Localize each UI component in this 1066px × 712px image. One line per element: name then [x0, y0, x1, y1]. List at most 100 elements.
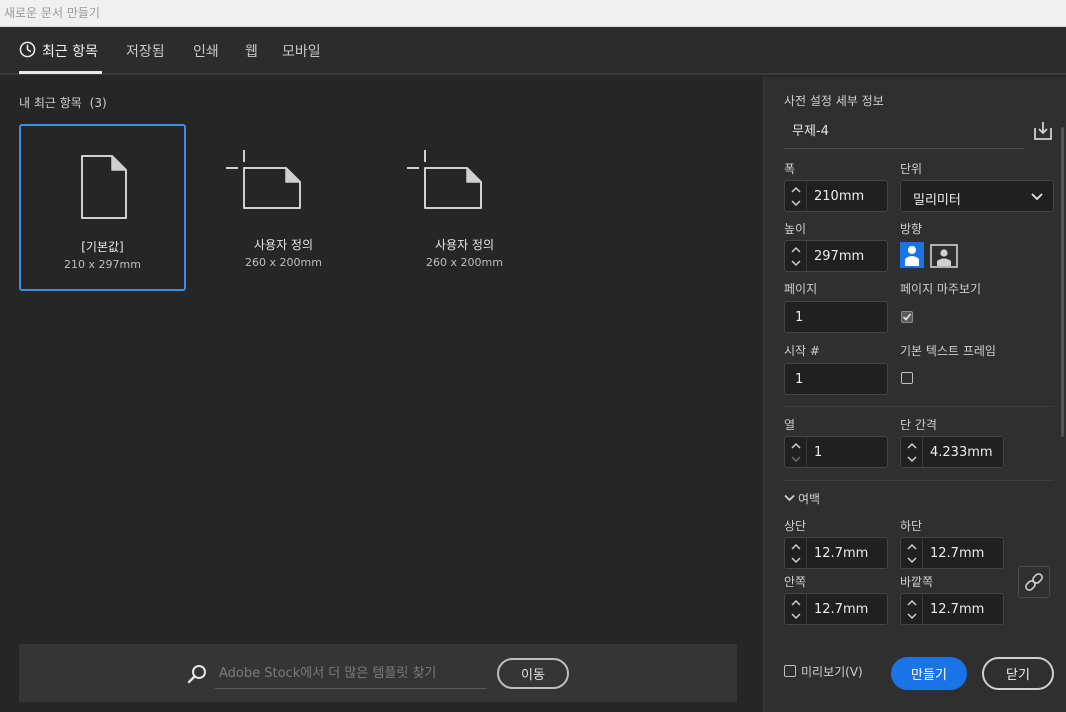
chevron-down-icon[interactable] — [790, 257, 802, 269]
chevron-down-icon[interactable] — [906, 554, 918, 566]
bottom-margin-value: 12.7mm — [930, 546, 985, 561]
pages-value: 1 — [795, 310, 804, 325]
facing-pages-label: 페이지 마주보기 — [900, 282, 982, 296]
template-name: 사용자 정의 — [253, 238, 313, 252]
chevron-up-icon[interactable] — [906, 440, 918, 452]
search-icon — [187, 665, 206, 684]
template-name: [기본값] — [81, 240, 124, 254]
start-value: 1 — [795, 372, 804, 387]
top-margin-stepper[interactable]: 12.7mm — [784, 537, 888, 569]
tab-web[interactable]: 웹 — [245, 41, 258, 61]
template-card-custom-2[interactable]: 사용자 정의 260 x 200mm — [381, 124, 548, 291]
gutter-label: 단 간격 — [900, 418, 937, 432]
start-label: 시작 # — [784, 344, 820, 358]
columns-stepper[interactable]: 1 — [784, 436, 888, 468]
chevron-down-icon — [1031, 193, 1043, 201]
template-size: 260 x 200mm — [245, 256, 322, 269]
gutter-stepper[interactable]: 4.233mm — [900, 436, 1004, 468]
units-dropdown[interactable]: 밀리미터 — [900, 180, 1054, 212]
columns-value: 1 — [814, 445, 823, 460]
chevron-up-icon[interactable] — [790, 244, 802, 256]
template-name: 사용자 정의 — [434, 238, 494, 252]
outside-margin-value: 12.7mm — [930, 602, 985, 617]
height-label: 높이 — [784, 222, 807, 236]
chevron-down-icon[interactable] — [906, 453, 918, 465]
chevron-up-icon[interactable] — [906, 541, 918, 553]
divider — [784, 480, 1054, 481]
height-stepper[interactable]: 297mm — [784, 240, 888, 272]
active-tab-indicator — [19, 71, 102, 74]
title-bar: 새로운 문서 만들기 — [0, 0, 1066, 27]
primary-text-frame-label: 기본 텍스트 프레임 — [900, 344, 996, 358]
template-size: 210 x 297mm — [64, 258, 141, 271]
chevron-up-icon[interactable] — [790, 597, 802, 609]
bottom-margin-label: 하단 — [900, 519, 923, 533]
chevron-up-icon[interactable] — [790, 440, 802, 452]
clock-icon — [19, 41, 36, 58]
tab-mobile[interactable]: 모바일 — [282, 41, 321, 61]
width-value: 210mm — [814, 189, 865, 204]
chevron-up-icon[interactable] — [906, 597, 918, 609]
stock-search-input[interactable] — [215, 659, 487, 689]
top-margin-value: 12.7mm — [814, 546, 869, 561]
units-label: 단위 — [900, 162, 923, 176]
preview-checkbox[interactable] — [784, 665, 796, 677]
template-card-custom-1[interactable]: 사용자 정의 260 x 200mm — [200, 124, 367, 291]
scrollbar-thumb[interactable] — [1061, 127, 1064, 437]
checkmark-icon — [902, 313, 912, 321]
start-page-field[interactable]: 1 — [784, 363, 888, 395]
chevron-down-icon[interactable] — [790, 610, 802, 622]
preset-details-panel: 사전 설정 세부 정보 무제-4 폭 단위 210mm 밀리미터 높이 방향 2… — [763, 77, 1066, 712]
chevron-down-icon[interactable] — [790, 554, 802, 566]
preview-label: 미리보기(V) — [801, 665, 863, 679]
tab-saved[interactable]: 저장됨 — [126, 41, 165, 61]
facing-pages-checkbox[interactable] — [901, 311, 913, 323]
tab-print[interactable]: 인쇄 — [193, 41, 219, 61]
link-margins-button[interactable] — [1018, 566, 1050, 598]
chevron-down-icon — [784, 494, 795, 502]
chevron-down-icon[interactable] — [790, 197, 802, 209]
inside-margin-stepper[interactable]: 12.7mm — [784, 593, 888, 625]
recent-count: (3) — [89, 96, 107, 110]
outside-margin-stepper[interactable]: 12.7mm — [900, 593, 1004, 625]
stock-search-bar: 이동 — [19, 644, 737, 702]
go-button[interactable]: 이동 — [497, 658, 569, 689]
primary-text-frame-checkbox[interactable] — [901, 372, 913, 384]
recent-title: 내 최근 항목 — [19, 96, 82, 110]
outside-margin-label: 바깥쪽 — [900, 575, 934, 589]
inside-margin-label: 안쪽 — [784, 575, 807, 589]
width-stepper[interactable]: 210mm — [784, 180, 888, 212]
bottom-margin-stepper[interactable]: 12.7mm — [900, 537, 1004, 569]
save-preset-icon[interactable] — [1032, 120, 1054, 142]
close-button[interactable]: 닫기 — [982, 657, 1054, 690]
portrait-orientation-icon[interactable] — [900, 242, 924, 268]
margins-label: 여백 — [798, 492, 821, 506]
pages-field[interactable]: 1 — [784, 301, 888, 333]
tab-bar: 최근 항목 저장됨 인쇄 웹 모바일 — [0, 27, 1066, 75]
document-name-field[interactable]: 무제-4 — [784, 119, 1024, 149]
preview-toggle[interactable]: 미리보기(V) — [784, 663, 863, 680]
tab-recent[interactable]: 최근 항목 — [42, 41, 98, 61]
preset-header: 사전 설정 세부 정보 — [784, 94, 884, 108]
chevron-up-icon[interactable] — [790, 184, 802, 196]
link-icon — [1025, 573, 1043, 591]
pages-label: 페이지 — [784, 282, 818, 296]
create-button[interactable]: 만들기 — [891, 657, 967, 690]
recent-heading: 내 최근 항목 (3) — [19, 94, 107, 111]
top-margin-label: 상단 — [784, 519, 807, 533]
gutter-value: 4.233mm — [930, 445, 993, 460]
chevron-down-icon[interactable] — [906, 610, 918, 622]
columns-label: 열 — [784, 418, 796, 432]
document-icon — [81, 155, 127, 219]
custom-size-icon — [407, 150, 482, 209]
landscape-orientation-icon[interactable] — [930, 244, 958, 268]
custom-size-icon — [226, 150, 301, 209]
template-card-default[interactable]: [기본값] 210 x 297mm — [19, 124, 186, 291]
width-label: 폭 — [784, 162, 796, 176]
height-value: 297mm — [814, 249, 865, 264]
chevron-down-icon[interactable] — [790, 453, 802, 465]
units-value: 밀리미터 — [913, 193, 961, 208]
recent-panel: 내 최근 항목 (3) [기본값] 210 x 297mm 사용자 정의 260… — [0, 77, 762, 712]
orientation-label: 방향 — [900, 222, 923, 236]
chevron-up-icon[interactable] — [790, 541, 802, 553]
